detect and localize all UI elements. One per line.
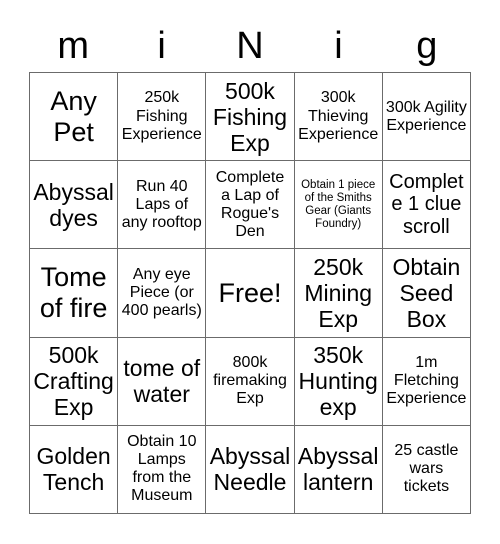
- bingo-cell-label: Complete 1 clue scroll: [389, 170, 464, 239]
- bingo-cell-label: Obtain 10 Lamps from the Museum: [127, 433, 197, 505]
- header-letter-1: i: [157, 25, 166, 67]
- bingo-cell[interactable]: Tome of fire: [30, 249, 119, 338]
- bingo-cell[interactable]: 500k Fishing Exp: [206, 73, 295, 162]
- bingo-cell-label: 300k Thieving Experience: [298, 89, 379, 143]
- bingo-cell-label: Abyssal Needle: [209, 443, 291, 496]
- bingo-cell[interactable]: Free!: [206, 249, 295, 338]
- bingo-cell-label: Golden Tench: [36, 443, 111, 496]
- bingo-cell[interactable]: Abyssal lantern: [294, 425, 383, 514]
- bingo-cell-label: Free!: [218, 277, 282, 308]
- bingo-cell-label: 500k Crafting Exp: [33, 342, 114, 421]
- bingo-cell[interactable]: Run 40 Laps of any rooftop: [118, 161, 207, 250]
- bingo-cell[interactable]: 500k Crafting Exp: [30, 337, 119, 426]
- bingo-cell[interactable]: Obtain 10 Lamps from the Museum: [118, 425, 207, 514]
- bingo-cell-label: tome of water: [123, 355, 201, 408]
- bingo-cell-label: 300k Agility Experience: [385, 98, 467, 134]
- header-letter-2: N: [236, 25, 264, 67]
- bingo-cell-label: Abyssal dyes: [33, 178, 114, 231]
- header-letter-4: g: [416, 25, 438, 67]
- bingo-cell[interactable]: 800k firemaking Exp: [206, 337, 295, 426]
- bingo-cell-label: Abyssal lantern: [297, 443, 379, 496]
- bingo-cell[interactable]: Obtain 1 piece of the Smiths Gear (Giant…: [294, 161, 383, 250]
- bingo-grid: Any Pet 250k Fishing Experience 500k Fishi…: [29, 72, 471, 514]
- bingo-cell[interactable]: tome of water: [118, 337, 207, 426]
- bingo-cell[interactable]: Complete a Lap of Rogue's Den: [206, 161, 295, 250]
- bingo-cell[interactable]: 300k Thieving Experience: [294, 73, 383, 162]
- bingo-cell-label: Tome of fire: [39, 262, 108, 323]
- bingo-cell[interactable]: Abyssal dyes: [30, 161, 119, 250]
- bingo-cell-label: Obtain Seed Box: [392, 254, 461, 332]
- bingo-cell[interactable]: 25 castle wars tickets: [382, 425, 471, 514]
- bingo-cell-label: 350k Hunting exp: [298, 342, 378, 421]
- header-letter-0: m: [57, 25, 90, 67]
- bingo-card: m i N i g Any Pet 250k Fishing Experience…: [0, 0, 500, 544]
- bingo-cell-label: Any eye Piece (or 400 pearls): [121, 265, 202, 320]
- bingo-cell-label: 800k firemaking Exp: [213, 354, 287, 408]
- bingo-cell-label: Obtain 1 piece of the Smiths Gear (Giant…: [301, 178, 376, 230]
- bingo-cell-label: Any Pet: [50, 86, 97, 147]
- bingo-cell[interactable]: Any Pet: [30, 73, 119, 162]
- bingo-cell-label: Complete a Lap of Rogue's Den: [215, 168, 285, 240]
- bingo-cell-label: Run 40 Laps of any rooftop: [121, 177, 202, 231]
- bingo-cell[interactable]: 300k Agility Experience: [382, 73, 471, 162]
- bingo-cell[interactable]: 250k Mining Exp: [294, 249, 383, 338]
- bingo-cell-label: 250k Mining Exp: [304, 254, 373, 332]
- bingo-cell[interactable]: Any eye Piece (or 400 pearls): [118, 249, 207, 338]
- bingo-cell[interactable]: 250k Fishing Experience: [118, 73, 207, 162]
- bingo-cell-label: 25 castle wars tickets: [394, 442, 459, 496]
- bingo-cell[interactable]: 350k Hunting exp: [294, 337, 383, 426]
- bingo-cell[interactable]: 1m Fletching Experience: [382, 337, 471, 426]
- bingo-header: m i N i g: [29, 22, 471, 72]
- bingo-cell-label: 250k Fishing Experience: [121, 89, 202, 143]
- bingo-cell[interactable]: Complete 1 clue scroll: [382, 161, 471, 250]
- header-letter-3: i: [334, 25, 343, 67]
- bingo-cell[interactable]: Golden Tench: [30, 425, 119, 514]
- bingo-cell[interactable]: Abyssal Needle: [206, 425, 295, 514]
- bingo-cell-label: 1m Fletching Experience: [386, 354, 467, 408]
- bingo-cell[interactable]: Obtain Seed Box: [382, 249, 471, 338]
- bingo-cell-label: 500k Fishing Exp: [212, 77, 288, 156]
